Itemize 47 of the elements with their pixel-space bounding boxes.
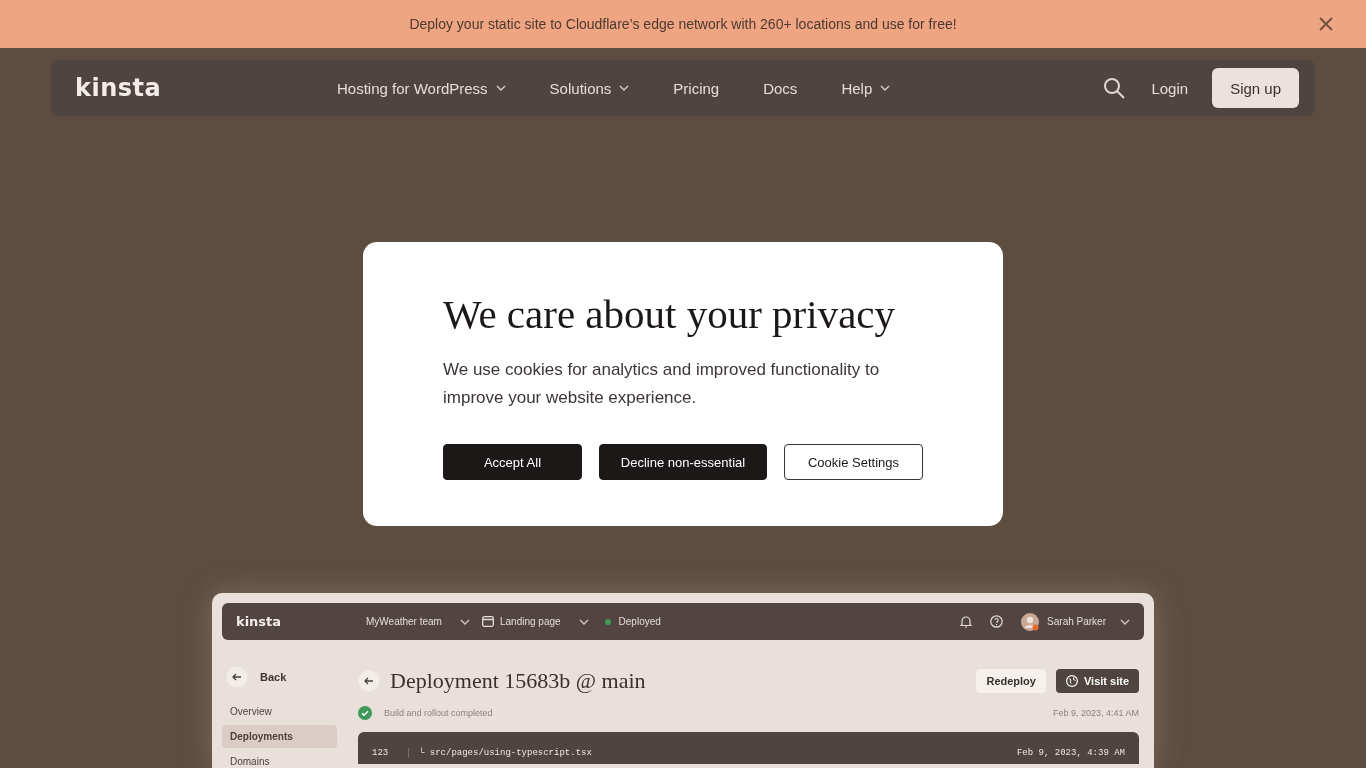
- build-status: Build and rollout completed: [384, 708, 493, 718]
- dialog-button[interactable]: Decline non-essential: [599, 444, 767, 480]
- deploy-status: Deployed: [618, 616, 661, 627]
- signup-button[interactable]: Sign up: [1212, 68, 1299, 108]
- dialog-text: We use cookies for analytics and improved functionality to improve your website experience.: [443, 359, 881, 409]
- chevron-down-icon: [880, 85, 891, 91]
- line-number: 123: [372, 748, 409, 758]
- log-text: └ src/pages/using-typescript.tsx: [419, 748, 592, 758]
- action-button[interactable]: Redeploy: [976, 669, 1046, 693]
- bell-icon[interactable]: [960, 615, 973, 628]
- browser-icon: [481, 616, 494, 627]
- sidebar-item[interactable]: Deployments: [222, 725, 337, 748]
- sidebar-item[interactable]: Overview: [222, 700, 337, 723]
- log-time: Feb 9, 2023, 4:39 AM: [1016, 748, 1125, 758]
- chevron-down-icon: [619, 85, 630, 91]
- login-link[interactable]: Login: [1151, 79, 1189, 97]
- chevron-down-icon: [459, 618, 470, 625]
- nav-link[interactable]: Solutions: [549, 79, 630, 97]
- status-dot-icon: [604, 618, 611, 625]
- chevron-down-icon: [578, 618, 589, 625]
- logo[interactable]: kinsta: [75, 74, 157, 102]
- nav-link[interactable]: Help: [841, 79, 891, 97]
- chevron-down-icon: [495, 85, 506, 91]
- dialog-title: We care about your privacy: [443, 290, 897, 338]
- close-icon[interactable]: [1319, 17, 1333, 31]
- dialog-button[interactable]: Cookie Settings: [784, 444, 923, 480]
- dialog-button[interactable]: Accept All: [443, 444, 582, 480]
- announcement-text: Deploy your static site to Cloudflare’s edge network with 260+ locations and use for free!: [409, 16, 957, 32]
- nav-link[interactable]: Docs: [763, 79, 798, 97]
- sidebar-item[interactable]: Domains: [222, 750, 337, 768]
- check-circle-icon: [358, 706, 372, 720]
- app-logo[interactable]: kinsta: [236, 614, 366, 629]
- nav-link[interactable]: Hosting for WordPress: [337, 79, 506, 97]
- arrow-left-icon: [226, 666, 248, 688]
- site-selector[interactable]: Landing page: [481, 616, 589, 627]
- action-button[interactable]: Visit site: [1055, 669, 1139, 693]
- help-icon[interactable]: [990, 615, 1004, 628]
- build-time: Feb 9, 2023, 4:41 AM: [1052, 708, 1139, 718]
- user-menu[interactable]: Sarah Parker: [1021, 612, 1130, 631]
- chevron-down-icon: [1120, 618, 1130, 625]
- globe-icon: [1065, 675, 1078, 687]
- nav-link[interactable]: Pricing: [673, 79, 720, 97]
- team-selector[interactable]: MyWeather team: [366, 616, 470, 627]
- page-title: Deployment 15683b @ main: [390, 668, 646, 694]
- search-icon[interactable]: [1103, 77, 1126, 99]
- avatar-icon: [1021, 612, 1040, 631]
- back-link[interactable]: Back: [226, 666, 337, 688]
